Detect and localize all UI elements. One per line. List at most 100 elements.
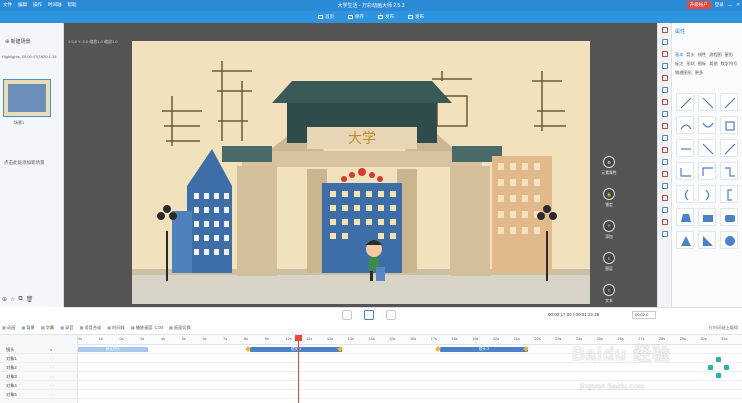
nav-button[interactable] <box>708 365 713 370</box>
timeline-speed[interactable]: 播放速度: 1.00 <box>131 325 163 331</box>
layer-icon[interactable]: ≡ <box>603 252 615 264</box>
arrow-shape-2[interactable] <box>698 139 716 157</box>
tab-basic[interactable]: 基本 <box>675 52 683 58</box>
playhead-handle[interactable] <box>295 335 302 341</box>
track-bar[interactable]: 默认镜头 <box>78 347 148 352</box>
row-controls[interactable]: · · <box>50 383 54 388</box>
settings-icon[interactable]: ⚙ <box>603 156 615 168</box>
tab-callout[interactable]: 标注 <box>675 61 683 67</box>
bracket-shape-2[interactable] <box>698 185 716 203</box>
play-pause-button[interactable] <box>364 310 374 320</box>
login-link[interactable]: 登录 <box>715 2 724 8</box>
track-bar[interactable]: 镜头 1 <box>250 347 342 352</box>
tab-other[interactable]: 其他 <box>709 61 717 67</box>
tab-more[interactable]: 更多 <box>695 70 703 76</box>
line-shape-3[interactable] <box>720 93 738 111</box>
rect-shape[interactable] <box>698 208 716 226</box>
tool-icon-17[interactable] <box>661 219 668 225</box>
publish-button[interactable]: 发布 <box>378 14 394 20</box>
playhead[interactable] <box>295 335 302 403</box>
timeline-subtitle[interactable]: 字幕 <box>41 325 54 331</box>
timeline-background[interactable]: 背景 <box>21 325 34 331</box>
bracket-shape-1[interactable] <box>676 185 694 203</box>
rounded-rect-shape[interactable] <box>720 208 738 226</box>
stage-canvas[interactable]: 大学 <box>132 41 590 304</box>
copy-icon[interactable]: ⧉ <box>18 296 22 303</box>
curve-shape-2[interactable] <box>698 116 716 134</box>
new-scene-button[interactable]: ⊕ 新建场景 <box>5 38 31 45</box>
track-bar[interactable]: 镜头 2 <box>440 347 528 352</box>
timeline-animation[interactable]: 动画 <box>2 325 15 331</box>
minimize-icon[interactable]: — <box>728 3 733 8</box>
scene-thumbnail[interactable] <box>3 79 51 117</box>
tool-icon-10[interactable] <box>661 135 668 141</box>
connector-shape-2[interactable] <box>698 162 716 180</box>
circle-shape[interactable] <box>720 231 738 249</box>
tool-icon-14[interactable] <box>661 183 668 189</box>
timeline-timeline[interactable]: 时间线 <box>107 325 125 331</box>
tool-icon-8[interactable] <box>661 111 668 117</box>
tab-shape[interactable]: 形状 <box>686 61 694 67</box>
tab-math[interactable]: 数学符号 <box>721 61 738 67</box>
tab-star[interactable]: 星形 <box>725 52 733 58</box>
tool-icon-11[interactable] <box>661 147 668 153</box>
curve-shape-1[interactable] <box>676 116 694 134</box>
row-controls[interactable]: · · <box>50 392 54 397</box>
lock-icon[interactable]: 🔒 <box>603 188 615 200</box>
delete-icon[interactable]: 🗑 <box>26 296 34 303</box>
timeline-row[interactable]: 对象5 · · <box>0 390 742 399</box>
tool-icon-5[interactable] <box>661 75 668 81</box>
nav-button[interactable] <box>724 365 729 370</box>
tab-flowchart[interactable]: 流程图 <box>709 52 722 58</box>
zoom-input[interactable]: 00:02.0 <box>632 311 656 319</box>
row-controls[interactable]: ● · <box>50 347 55 352</box>
line-shape-1[interactable] <box>676 93 694 111</box>
star-icon[interactable]: ☆ <box>10 296 15 303</box>
share-button[interactable]: 发布 <box>408 14 424 20</box>
tab-icon[interactable]: 图标 <box>698 61 706 67</box>
add-scene-note[interactable]: 点击此处添加新场景 <box>4 160 45 166</box>
arrow-shape-1[interactable] <box>676 139 694 157</box>
timeline-transition[interactable]: 画面切换 <box>169 325 191 331</box>
tool-icon-9[interactable] <box>661 123 668 129</box>
tool-icon-2[interactable] <box>661 39 668 45</box>
tool-icon-12[interactable] <box>661 159 668 165</box>
save-button[interactable]: 保存 <box>348 14 364 20</box>
tool-icon-6[interactable] <box>661 87 668 93</box>
tool-icon-16[interactable] <box>661 207 668 213</box>
tool-icon-18[interactable] <box>661 231 668 237</box>
connector-shape-1[interactable] <box>676 162 694 180</box>
close-icon[interactable]: ✕ <box>736 2 740 8</box>
add-icon[interactable]: ⊕ <box>2 296 7 303</box>
nav-button[interactable] <box>716 357 721 362</box>
triangle-shape[interactable] <box>676 231 694 249</box>
row-controls[interactable]: · · <box>50 374 54 379</box>
tool-icon-15[interactable] <box>661 195 668 201</box>
connector-shape-3[interactable] <box>720 162 738 180</box>
bracket-shape-3[interactable] <box>720 185 738 203</box>
stop-button[interactable] <box>342 310 352 320</box>
home-button[interactable]: 首页 <box>318 14 334 20</box>
text-icon[interactable]: T <box>603 284 615 296</box>
add-icon[interactable]: ＋ <box>603 220 615 232</box>
upgrade-button[interactable]: 升级帐户 <box>686 1 711 9</box>
tool-icon-7[interactable] <box>661 99 668 105</box>
tab-line[interactable]: 线性 <box>698 52 706 58</box>
arrow-shape-3[interactable] <box>720 139 738 157</box>
tab-physics[interactable]: 物理图形 <box>675 70 692 76</box>
tab-arrow[interactable]: 箭头 <box>686 52 694 58</box>
timeline-record[interactable]: 录音 <box>60 325 73 331</box>
tool-icon-13[interactable] <box>661 171 668 177</box>
square-shape[interactable] <box>720 116 738 134</box>
right-triangle-shape[interactable] <box>698 231 716 249</box>
row-controls[interactable]: · · <box>50 356 54 361</box>
row-controls[interactable]: · · <box>50 365 54 370</box>
trapezoid-shape[interactable] <box>676 208 694 226</box>
timeline-tts[interactable]: 语音合成 <box>79 325 101 331</box>
timeline-row[interactable]: 对象3 · · <box>0 372 742 381</box>
next-button[interactable] <box>386 310 396 320</box>
line-shape-2[interactable] <box>698 93 716 111</box>
tool-icon-4[interactable] <box>661 63 668 69</box>
tool-icon-3[interactable] <box>661 51 668 57</box>
nav-button[interactable] <box>716 373 721 378</box>
